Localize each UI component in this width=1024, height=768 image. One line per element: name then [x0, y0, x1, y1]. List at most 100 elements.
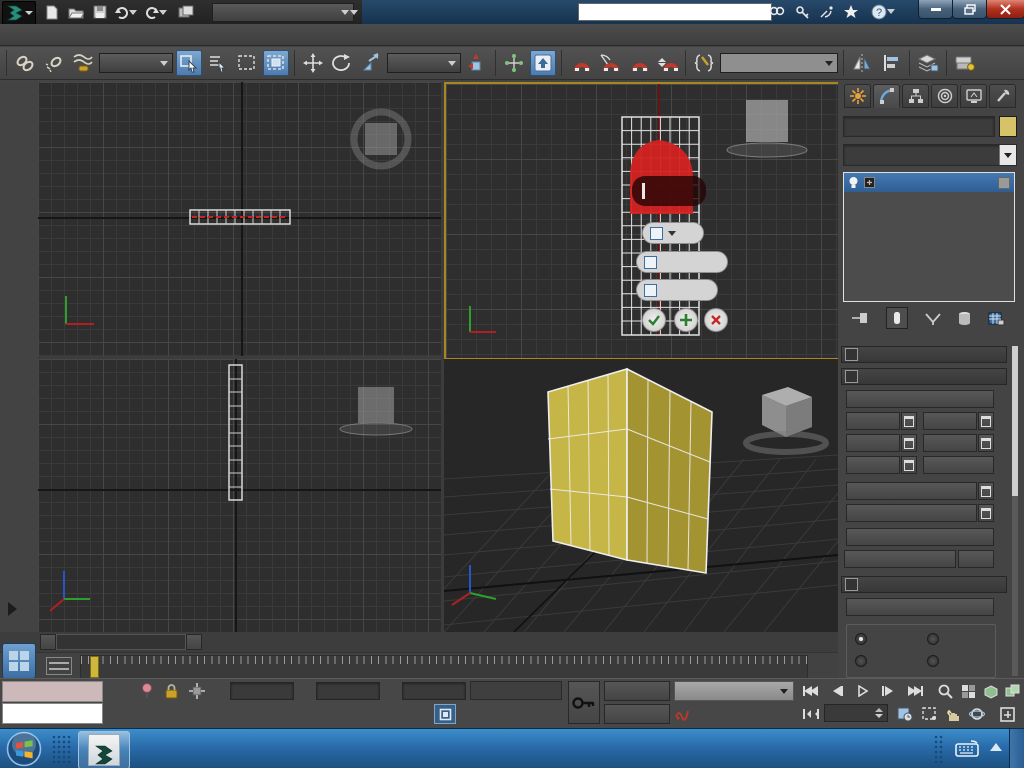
select-and-move-button[interactable] [300, 50, 326, 76]
rollout-edit-polygons[interactable] [841, 368, 1007, 385]
unlink-selection-icon[interactable] [41, 50, 67, 76]
go-to-end-button[interactable] [904, 682, 926, 700]
help-caret-icon[interactable] [886, 2, 896, 21]
edit-named-selection-sets-button[interactable] [691, 50, 717, 76]
previous-frame-button[interactable] [40, 634, 56, 650]
retriangulate-button[interactable] [844, 550, 956, 568]
insert-vertex-button[interactable] [846, 390, 994, 408]
caddy-height-field[interactable] [636, 251, 728, 273]
workspace-dropdown[interactable] [212, 3, 354, 22]
panel-scrollbar[interactable] [1012, 346, 1018, 676]
redo-history-caret[interactable] [158, 3, 168, 21]
tab-motion[interactable] [931, 84, 958, 108]
configure-modifier-sets-icon[interactable] [988, 311, 1005, 326]
stack-item-editpoly[interactable] [844, 173, 1014, 192]
constraint-normal-radio[interactable] [927, 655, 944, 667]
viewport-top[interactable] [38, 82, 441, 356]
tab-utilities[interactable] [989, 84, 1016, 108]
inset-settings-button[interactable] [978, 434, 994, 452]
set-keys-button[interactable] [568, 681, 600, 724]
selection-region-button[interactable] [234, 50, 260, 76]
viewport-perspective[interactable] [444, 359, 838, 632]
go-to-start-button[interactable] [800, 682, 822, 700]
z-coord-field[interactable] [402, 682, 466, 700]
rollout-collapse-icon[interactable] [845, 370, 858, 383]
turn-button[interactable] [958, 550, 994, 568]
project-folder-icon[interactable] [176, 3, 196, 21]
qat-overflow-caret[interactable] [348, 3, 360, 21]
extrude-settings-button[interactable] [901, 412, 917, 430]
zoom-all-button[interactable] [957, 682, 979, 700]
go-to-frame-button[interactable] [800, 705, 822, 723]
selection-region-nav-icon[interactable] [918, 705, 940, 723]
show-end-result-button[interactable] [885, 307, 908, 329]
tab-hierarchy[interactable] [902, 84, 929, 108]
bridge-button[interactable] [846, 456, 900, 474]
app-menu-button[interactable] [2, 1, 36, 25]
play-button[interactable] [852, 682, 874, 700]
inset-button[interactable] [923, 434, 977, 452]
frame-indicator[interactable] [56, 634, 186, 650]
bind-to-spacewarp-icon[interactable] [70, 50, 96, 76]
y-coord-field[interactable] [316, 682, 380, 700]
timeline-ruler[interactable] [80, 655, 808, 679]
mini-curve-editor-button[interactable] [46, 657, 72, 675]
bevel-settings-button[interactable] [901, 434, 917, 452]
hinge-settings-button[interactable] [978, 482, 994, 500]
time-slider-handle[interactable] [90, 656, 99, 678]
make-unique-icon[interactable] [924, 312, 942, 325]
rollout-geometry-collapse-icon[interactable] [845, 578, 858, 591]
maximize-viewport-toggle[interactable] [996, 705, 1018, 723]
window-crossing-button[interactable] [263, 50, 289, 76]
absolute-mode-icon[interactable] [186, 682, 208, 700]
bridge-settings-button[interactable] [901, 456, 917, 474]
time-configuration-button[interactable] [894, 705, 916, 723]
open-file-button[interactable] [66, 3, 86, 21]
start-button[interactable] [6, 731, 42, 767]
extrude-along-spline-settings-button[interactable] [978, 504, 994, 522]
caddy-ok-button[interactable] [642, 308, 666, 332]
percent-snap-button[interactable] [625, 50, 651, 76]
hinge-from-edge-button[interactable] [846, 482, 977, 500]
outline-settings-button[interactable] [978, 412, 994, 430]
auto-key-button[interactable] [604, 681, 670, 701]
isolate-selection-toggle[interactable] [434, 704, 456, 724]
object-name-field[interactable] [843, 116, 995, 137]
macro-recorder-field[interactable] [2, 681, 103, 702]
stack-item-box[interactable] [844, 192, 1014, 210]
door-3d[interactable] [547, 367, 713, 574]
favorites-star-icon[interactable] [840, 2, 862, 21]
key-filters-icon[interactable] [672, 705, 694, 723]
edit-triangulation-button[interactable] [846, 528, 994, 546]
reference-coordsys-dropdown[interactable] [387, 53, 461, 73]
bevel-button[interactable] [846, 434, 900, 452]
keyboard-override-button[interactable] [530, 50, 556, 76]
remove-modifier-icon[interactable] [958, 311, 971, 326]
select-and-scale-button[interactable] [358, 50, 384, 76]
visibility-bulb-icon[interactable] [848, 176, 859, 189]
extrude-button[interactable] [846, 412, 900, 430]
x-coord-field[interactable] [230, 682, 294, 700]
close-button[interactable] [986, 0, 1024, 19]
key-mode-dropdown[interactable] [674, 681, 794, 701]
rollout-expand-icon[interactable] [845, 348, 858, 361]
new-file-button[interactable] [42, 3, 62, 21]
rollout-edit-geometry[interactable] [841, 576, 1007, 593]
viewport-left[interactable] [38, 359, 441, 632]
select-and-link-icon[interactable] [12, 50, 38, 76]
taskbar-3dsmax-button[interactable] [78, 731, 130, 768]
viewcube-left[interactable] [339, 387, 413, 436]
selection-filter-dropdown[interactable] [99, 53, 173, 73]
tab-modify[interactable] [873, 84, 900, 108]
mirror-button[interactable] [849, 50, 875, 76]
set-key-button[interactable] [604, 704, 670, 724]
next-frame-button[interactable] [186, 634, 202, 650]
show-hidden-icons-arrow[interactable] [990, 743, 1002, 751]
door-top-view[interactable] [189, 209, 291, 225]
stack-toggle-box[interactable] [998, 176, 1010, 189]
constraint-face-radio[interactable] [855, 655, 872, 667]
select-and-manipulate-button[interactable] [501, 50, 527, 76]
zoom-extents-button[interactable] [980, 682, 1002, 700]
viewcube-front[interactable] [726, 100, 808, 158]
search-icon[interactable] [766, 2, 788, 21]
